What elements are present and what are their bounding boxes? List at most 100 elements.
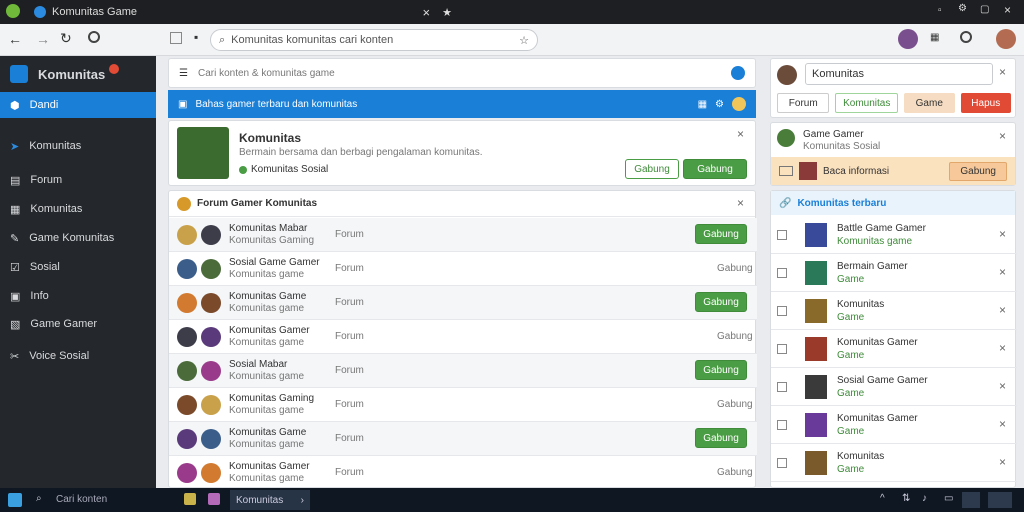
- search-input[interactable]: Komunitas: [805, 63, 993, 85]
- chip-forum[interactable]: Forum: [777, 93, 830, 113]
- submit-icon[interactable]: [731, 66, 745, 80]
- checkbox-icon[interactable]: [777, 230, 787, 240]
- clock-widget[interactable]: [962, 492, 980, 508]
- feed-item[interactable]: Komunitas Gamer Game ×: [771, 331, 1017, 368]
- row-action[interactable]: Gabung: [717, 331, 753, 342]
- sidebar-brand[interactable]: Komunitas: [0, 60, 156, 88]
- checkbox-icon[interactable]: [777, 306, 787, 316]
- browser-tab[interactable]: Komunitas Game × ★: [28, 2, 458, 22]
- list-item[interactable]: Komunitas Gaming Komunitas game Forum Gab…: [169, 388, 757, 422]
- follow-button[interactable]: Gabung: [625, 159, 679, 179]
- row-action[interactable]: Gabung: [717, 263, 753, 274]
- close-icon[interactable]: ×: [999, 129, 1006, 143]
- taskbar-app-label: Komunitas: [236, 494, 284, 506]
- start-icon[interactable]: [8, 493, 22, 507]
- list-item[interactable]: Komunitas Mabar Komunitas Gaming Forum Ga…: [169, 218, 757, 252]
- close-icon[interactable]: ×: [999, 379, 1006, 393]
- join-button[interactable]: Gabung: [695, 360, 747, 380]
- feed-item[interactable]: Komunitas Game ×: [771, 293, 1017, 330]
- app-icon-1[interactable]: [184, 493, 196, 505]
- battery-icon[interactable]: ▭: [944, 493, 953, 504]
- sidebar-item-sosial[interactable]: ☑ Sosial: [0, 255, 156, 279]
- toggle-icon[interactable]: [779, 166, 793, 176]
- back-icon[interactable]: ←: [8, 31, 22, 47]
- feed-item[interactable]: Komunitas Gamer Game ×: [771, 407, 1017, 444]
- checkbox-icon[interactable]: [777, 344, 787, 354]
- feed-item[interactable]: Battle Game Gamer Komunitas game ×: [771, 217, 1017, 254]
- close-icon[interactable]: ×: [999, 303, 1006, 317]
- list-item[interactable]: Sosial Game Gamer Komunitas game Forum Ga…: [169, 252, 757, 286]
- delete-button[interactable]: Hapus: [960, 93, 1011, 113]
- search-icon[interactable]: ⌕: [36, 493, 42, 504]
- minimize-icon[interactable]: ▫: [938, 5, 942, 16]
- account-avatar[interactable]: [996, 29, 1016, 49]
- tabs-icon[interactable]: ▪: [194, 30, 198, 44]
- grid-view-icon[interactable]: ▦: [698, 99, 707, 110]
- network-icon[interactable]: ⇅: [902, 493, 910, 504]
- settings-icon[interactable]: ⚙: [715, 99, 724, 110]
- list-item[interactable]: Komunitas Game Komunitas game Forum Gabun…: [169, 422, 757, 456]
- sidebar-item-komunitas[interactable]: ➤ Komunitas: [0, 134, 156, 158]
- extensions-icon[interactable]: ▦: [930, 32, 939, 43]
- sidebar-item-game-gamer[interactable]: ▧ Game Gamer: [0, 312, 156, 336]
- address-bar[interactable]: ⌕ Komunitas komunitas cari konten ☆: [210, 29, 538, 51]
- sidebar-item-komunitas-2[interactable]: ▦ Komunitas: [0, 197, 156, 221]
- sidebar-item-voice-sosial[interactable]: ✂ Voice Sosial: [0, 344, 156, 368]
- notifications-icon[interactable]: [988, 492, 1012, 508]
- close-icon[interactable]: ×: [999, 265, 1006, 279]
- window-settings-icon[interactable]: ⚙: [958, 3, 967, 14]
- close-window-icon[interactable]: ×: [1004, 3, 1011, 17]
- close-icon[interactable]: ×: [999, 65, 1006, 79]
- list-item[interactable]: Komunitas Game Komunitas game Forum Gabun…: [169, 286, 757, 320]
- sidebar-item-info[interactable]: ▣ Info: [0, 284, 156, 308]
- user-avatar[interactable]: [777, 65, 797, 85]
- close-icon[interactable]: ×: [999, 417, 1006, 431]
- row-action[interactable]: Gabung: [717, 399, 753, 410]
- banner-avatar[interactable]: [732, 97, 746, 111]
- chip-komunitas[interactable]: Komunitas: [835, 93, 899, 113]
- home-icon[interactable]: [88, 31, 100, 43]
- maximize-icon[interactable]: ▢: [980, 4, 989, 15]
- join-button[interactable]: Gabung: [695, 292, 747, 312]
- forward-icon[interactable]: →: [36, 31, 50, 47]
- close-icon[interactable]: ×: [999, 227, 1006, 241]
- composer[interactable]: ☰ Cari konten & komunitas game: [168, 58, 756, 88]
- volume-icon[interactable]: ♪: [922, 493, 927, 504]
- feed-item-subtitle: Game: [837, 426, 865, 437]
- bookmark-star-icon[interactable]: ☆: [519, 34, 529, 47]
- sidebar-item-game-komunitas[interactable]: ✎ Game Komunitas: [0, 226, 156, 250]
- chip-game[interactable]: Game: [904, 93, 955, 113]
- app-icon-2[interactable]: [208, 493, 220, 505]
- reload-icon[interactable]: ↻: [60, 30, 72, 47]
- close-icon[interactable]: ×: [999, 341, 1006, 355]
- tray-up-icon[interactable]: ^: [880, 493, 885, 504]
- list-item[interactable]: Komunitas Gamer Komunitas game Forum Gabu…: [169, 320, 757, 354]
- list-item[interactable]: Komunitas Gamer Komunitas game Forum Gabu…: [169, 456, 757, 490]
- join-button[interactable]: Gabung: [695, 224, 747, 244]
- checkbox-icon[interactable]: [777, 268, 787, 278]
- sync-icon[interactable]: [960, 31, 972, 43]
- checkbox-icon[interactable]: [777, 458, 787, 468]
- close-icon[interactable]: ×: [999, 455, 1006, 469]
- row-action[interactable]: Gabung: [717, 467, 753, 478]
- taskbar-search[interactable]: Cari konten: [56, 494, 107, 505]
- taskbar-app[interactable]: Komunitas ›: [230, 490, 310, 510]
- star-icon[interactable]: ★: [442, 6, 452, 19]
- join-button[interactable]: Gabung: [695, 428, 747, 448]
- close-icon[interactable]: ×: [737, 127, 744, 141]
- checkbox-icon[interactable]: [777, 420, 787, 430]
- notice-button[interactable]: Gabung: [949, 161, 1007, 181]
- sidebar-item-dandi[interactable]: ⬢ Dandi: [0, 92, 156, 118]
- page-icon[interactable]: [170, 32, 182, 44]
- sidebar-item-forum[interactable]: ▤ Forum: [0, 168, 156, 192]
- feed-item[interactable]: Bermain Gamer Game ×: [771, 255, 1017, 292]
- close-icon[interactable]: ×: [737, 196, 744, 210]
- close-icon[interactable]: ×: [423, 5, 431, 20]
- feed-item[interactable]: Sosial Game Gamer Game ×: [771, 369, 1017, 406]
- feed-item[interactable]: Komunitas Game ×: [771, 445, 1017, 482]
- profile-avatar[interactable]: [898, 29, 918, 49]
- join-button[interactable]: Gabung: [683, 159, 747, 179]
- menu-icon[interactable]: ☰: [179, 68, 188, 79]
- list-item[interactable]: Sosial Mabar Komunitas game Forum Gabung: [169, 354, 757, 388]
- checkbox-icon[interactable]: [777, 382, 787, 392]
